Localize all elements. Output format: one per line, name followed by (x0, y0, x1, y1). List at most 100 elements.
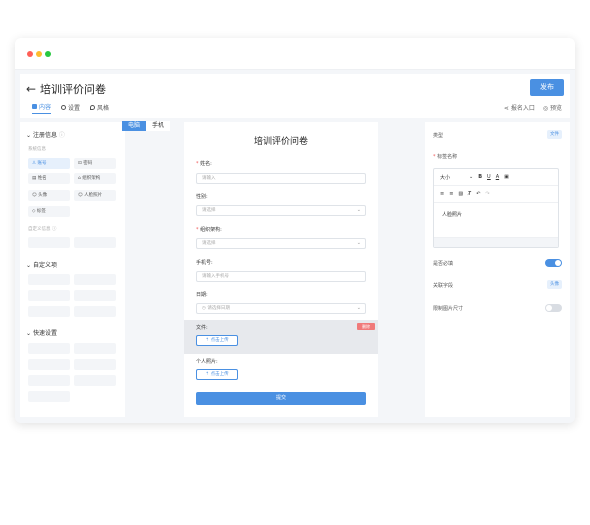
custom-item-placeholder (28, 306, 70, 317)
form-title: 培训评价问卷 (253, 137, 308, 147)
quick-item-placeholder (74, 375, 116, 386)
window-titlebar (15, 38, 575, 70)
required-toggle[interactable] (545, 259, 562, 267)
gender-select[interactable]: 请选择 ⌄ (196, 205, 366, 216)
limit-size-label: 限制图片尺寸 (433, 306, 464, 312)
file-label: 文件: (196, 325, 208, 331)
app-window: ← 培训评价问卷 发布 内容 设置 风格 ⋖ 报名入口 ◎ 预览 ⌄ 注册信息 … (15, 38, 575, 423)
limit-size-toggle[interactable] (545, 304, 562, 312)
align-left-icon[interactable]: ≡ (440, 191, 444, 197)
gender-label: 性别: (196, 194, 208, 200)
submit-button[interactable]: 提交 (196, 392, 366, 405)
system-info-label: 系统信息 (28, 147, 46, 152)
tab-style[interactable]: 风格 (90, 100, 109, 114)
custom-chip-placeholder (28, 237, 70, 248)
tab-style-label: 风格 (97, 104, 110, 112)
phone-label: 手机号: (196, 260, 213, 266)
delete-field-button[interactable]: 删除 (357, 323, 375, 330)
tab-mobile[interactable]: 手机 (146, 121, 170, 131)
form-canvas: 培训评价问卷 * 姓名: 请输入 性别: 请选择 ⌄ * 组织架构: 请选择 ⌄ 手… (184, 122, 378, 417)
close-window-dot[interactable] (27, 51, 33, 57)
gear-icon (61, 104, 67, 110)
photo-upload-button[interactable]: ⇡ 点击上传 (196, 369, 238, 380)
toggle-knob (546, 305, 552, 311)
custom-item-placeholder (74, 306, 116, 317)
align-center-icon[interactable]: ≡ (449, 191, 453, 197)
file-upload-button[interactable]: ⇡ 点击上传 (196, 335, 238, 346)
chevron-down-icon: ⌄ (356, 240, 361, 246)
name-input[interactable]: 请输入 (196, 173, 366, 184)
section-registration[interactable]: ⌄ 注册信息 ⓘ (26, 130, 65, 139)
toggle-knob (555, 260, 561, 266)
custom-chip-placeholder (74, 237, 116, 248)
header-actions: ⋖ 报名入口 ◎ 预览 (504, 103, 562, 112)
custom-item-placeholder (28, 274, 70, 285)
publish-button[interactable]: 发布 (530, 79, 564, 96)
share-icon: ⋖ (503, 105, 511, 112)
bold-icon[interactable]: B (478, 174, 482, 180)
eye-icon: ◎ (542, 105, 550, 112)
editor-toolbar-row2: ≡ ≡ ▨ T̸ ↶ ↷ (434, 186, 558, 203)
minimize-window-dot[interactable] (36, 51, 42, 57)
date-label: 日期: (196, 292, 208, 298)
linked-field-label: 关联字段 (433, 283, 454, 289)
type-label: 类型 (433, 133, 444, 139)
selected-file-field[interactable]: 文件: 删除 ⇡ 点击上传 (184, 320, 378, 354)
linked-field-value[interactable]: 头像 (547, 280, 562, 289)
date-picker[interactable]: ◷ 请选择日期 ⌄ (196, 303, 366, 314)
font-size-dropdown[interactable]: 大小 (440, 174, 450, 181)
clear-format-icon[interactable]: T̸ (468, 191, 471, 197)
rich-text-editor[interactable]: 大小 ⌄ B U A ▣ ≡ ≡ ▨ T̸ ↶ ↷ 人脸照片 (433, 168, 559, 248)
quick-item-placeholder (28, 359, 70, 370)
maximize-window-dot[interactable] (45, 51, 51, 57)
page-title: 培训评价问卷 (40, 83, 106, 96)
quick-item-placeholder (74, 343, 116, 354)
back-arrow-icon[interactable]: ← (26, 82, 36, 96)
undo-icon[interactable]: ↶ (476, 191, 480, 197)
font-color-icon[interactable]: A (496, 174, 499, 180)
tab-desktop[interactable]: 电脑 (122, 121, 146, 131)
editor-content[interactable]: 人脸照片 (442, 211, 462, 218)
tab-settings-label: 设置 (68, 104, 81, 112)
name-label: * 姓名: (196, 161, 212, 167)
chip-name[interactable]: ▤ 姓名 (28, 173, 70, 184)
editor-resize-bar (434, 237, 558, 247)
photo-label: 个人照片: (196, 359, 218, 365)
content-icon (32, 104, 37, 109)
editor-tabs: 内容 设置 风格 (32, 100, 109, 114)
field-library-panel: ⌄ 注册信息 ⓘ 系统信息 ♙ 账号 ⊡ 密码 ▤ 姓名 ⌂ 组织架构 ☺ 头像… (20, 122, 125, 417)
section-quick-settings[interactable]: ⌄ 快速设置 (26, 328, 57, 337)
custom-info-label: 自定义信息 ⓘ (28, 227, 57, 232)
properties-panel: 类型 文件 * 标签名称 大小 ⌄ B U A ▣ ≡ ≡ ▨ T̸ ↶ ↷ 人… (425, 122, 570, 417)
chevron-down-icon: ⌄ (356, 305, 361, 311)
phone-input[interactable]: 请输入手机号 (196, 271, 366, 282)
tab-settings[interactable]: 设置 (61, 100, 80, 114)
chevron-down-icon: ⌄ (356, 207, 361, 213)
chip-password[interactable]: ⊡ 密码 (74, 158, 116, 169)
org-select[interactable]: 请选择 ⌄ (196, 238, 366, 249)
chip-face-photo[interactable]: ☺ 人脸照片 (74, 190, 116, 201)
chevron-down-icon: ⌄ (469, 174, 474, 180)
underline-icon[interactable]: U (487, 174, 491, 180)
tag-name-label: * 标签名称 (433, 154, 458, 160)
quick-item-placeholder (74, 359, 116, 370)
quick-item-placeholder (28, 343, 70, 354)
type-value-badge: 文件 (547, 130, 562, 139)
info-icon: ⓘ (58, 132, 65, 139)
redo-icon[interactable]: ↷ (485, 191, 489, 197)
image-icon[interactable]: ▨ (458, 191, 463, 197)
device-tabs: 电脑 手机 (122, 121, 170, 131)
custom-item-placeholder (74, 274, 116, 285)
section-custom-items[interactable]: ⌄ 自定义项 (26, 260, 57, 269)
share-entry-link[interactable]: ⋖ 报名入口 (504, 103, 535, 112)
palette-icon (90, 104, 96, 110)
preview-link[interactable]: ◎ 预览 (543, 103, 562, 112)
highlight-icon[interactable]: ▣ (504, 174, 509, 180)
chip-tag[interactable]: ◇ 标签 (28, 206, 70, 217)
tab-content[interactable]: 内容 (32, 100, 52, 114)
org-label: * 组织架构: (196, 227, 222, 233)
chip-account[interactable]: ♙ 账号 (28, 158, 70, 169)
tab-content-label: 内容 (39, 104, 52, 111)
chip-org[interactable]: ⌂ 组织架构 (74, 173, 116, 184)
chip-avatar[interactable]: ☺ 头像 (28, 190, 70, 201)
